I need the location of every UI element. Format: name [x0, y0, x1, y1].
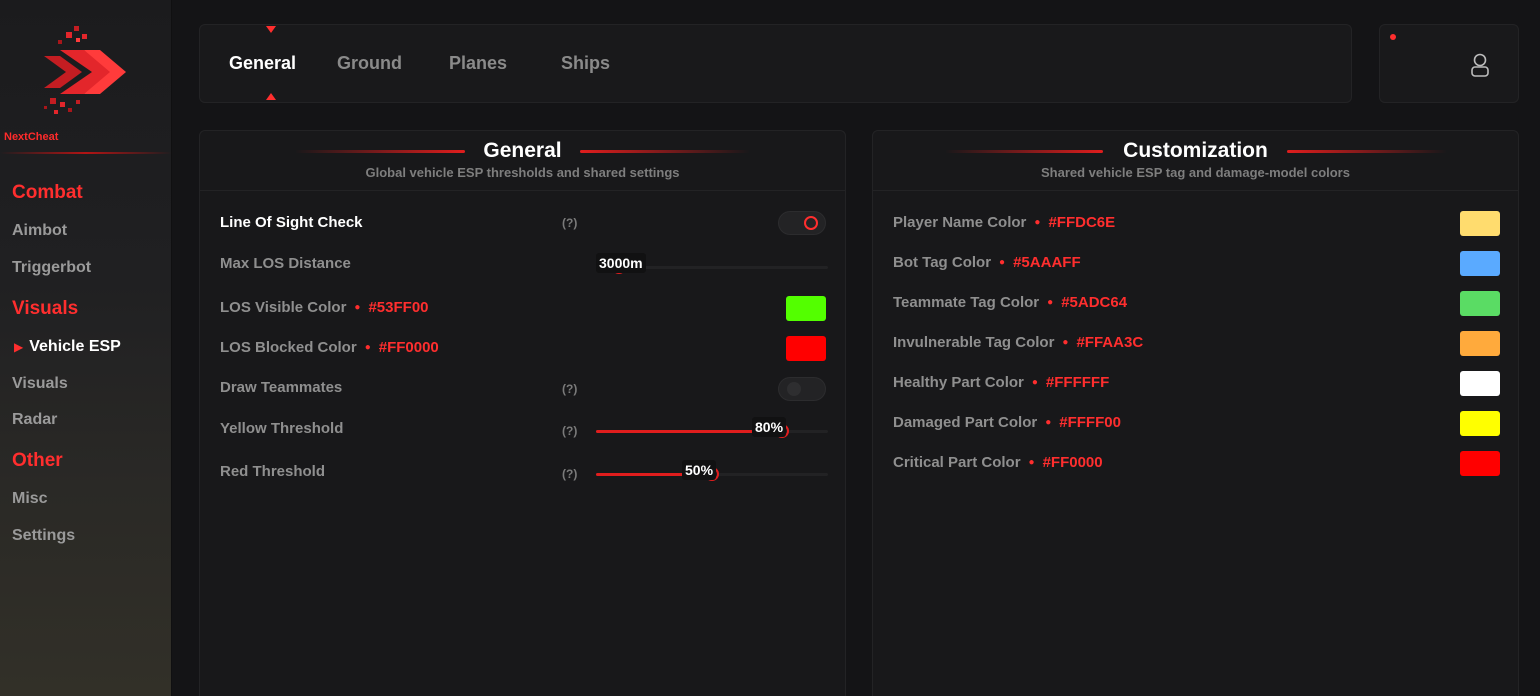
color-swatch[interactable] [1460, 451, 1500, 476]
color-row-label: Invulnerable Tag Color ● #FFAA3C [893, 334, 1143, 351]
hex-text: #53FF00 [368, 299, 429, 316]
hex-text: #FF0000 [378, 339, 439, 356]
slider-value: 50% [682, 460, 717, 480]
color-row-label: Healthy Part Color ● #FFFFFF [893, 374, 1109, 391]
color-swatch[interactable] [1460, 291, 1500, 316]
hex-value: ● #FF0000 [364, 339, 439, 356]
color-row-text: Teammate Tag Color [893, 294, 1040, 311]
nav-section-combat: Combat [12, 182, 83, 203]
sidebar: NextCheat Combat Aimbot Triggerbot Visua… [0, 0, 172, 696]
color-row-text: Player Name Color [893, 214, 1027, 231]
color-row-text: Critical Part Color [893, 454, 1021, 471]
color-swatch[interactable] [1460, 331, 1500, 356]
toggle-knob [787, 382, 801, 396]
status-dot-icon [1390, 34, 1396, 40]
general-panel-header: General Global vehicle ESP thresholds an… [200, 131, 845, 191]
color-swatch[interactable] [1460, 411, 1500, 436]
nextcheat-logo-icon [44, 26, 126, 114]
tab-planes[interactable]: Planes [449, 53, 507, 74]
tab-general[interactable]: General [229, 53, 296, 74]
tab-bar: General Ground Planes Ships [199, 24, 1352, 103]
hex-value: ● #5AAAFF [999, 254, 1081, 271]
draw-teammates-label: Draw Teammates [220, 379, 343, 396]
hex-value: ● #5ADC64 [1047, 294, 1128, 311]
hex-value: ● #FF0000 [1028, 454, 1103, 471]
help-icon[interactable]: (?) [562, 467, 577, 481]
sidebar-item-radar[interactable]: Radar [12, 411, 57, 429]
los-blocked-color-text: LOS Blocked Color [220, 339, 357, 356]
draw-teammates-toggle[interactable] [778, 377, 826, 401]
sidebar-item-settings[interactable]: Settings [12, 527, 75, 545]
tab-ground[interactable]: Ground [337, 53, 402, 74]
tab-indicator-top-icon [266, 26, 276, 33]
color-swatch[interactable] [1460, 251, 1500, 276]
help-icon[interactable]: (?) [562, 382, 577, 396]
color-swatch[interactable] [1460, 371, 1500, 396]
user-box [1379, 24, 1519, 103]
tab-indicator-bottom-icon [266, 93, 276, 100]
red-threshold-slider[interactable]: 50% [596, 460, 828, 481]
color-row-text: Damaged Part Color [893, 414, 1038, 431]
app-window: NextCheat Combat Aimbot Triggerbot Visua… [0, 0, 1540, 696]
color-row-label: Bot Tag Color ● #5AAAFF [893, 254, 1081, 271]
los-visible-color-text: LOS Visible Color [220, 299, 347, 316]
color-row-text: Healthy Part Color [893, 374, 1024, 391]
los-visible-color-swatch[interactable] [786, 296, 826, 321]
yellow-threshold-slider[interactable]: 80% [596, 417, 828, 438]
sidebar-item-misc[interactable]: Misc [12, 490, 48, 508]
tab-ships[interactable]: Ships [561, 53, 610, 74]
line-of-sight-label: Line Of Sight Check [220, 214, 363, 231]
sidebar-item-visuals[interactable]: Visuals [12, 375, 68, 393]
active-arrow-icon: ▶ [14, 340, 24, 354]
color-row-label: Teammate Tag Color ● #5ADC64 [893, 294, 1127, 311]
nav-section-other: Other [12, 450, 63, 471]
brand-name: NextCheat [4, 131, 59, 143]
hex-text: #5ADC64 [1061, 294, 1128, 311]
yellow-threshold-label: Yellow Threshold [220, 420, 344, 437]
panel-title: General [483, 139, 562, 162]
sidebar-item-label: Vehicle ESP [29, 338, 121, 355]
hex-text: #FFFF00 [1059, 414, 1121, 431]
red-threshold-label: Red Threshold [220, 463, 326, 480]
hex-value: ● #53FF00 [354, 299, 429, 316]
help-icon[interactable]: (?) [562, 216, 577, 230]
panel-title: Customization [1123, 139, 1268, 162]
color-row-label: Player Name Color ● #FFDC6E [893, 214, 1115, 231]
hex-text: #5AAAFF [1013, 254, 1081, 271]
hex-text: #FFDC6E [1048, 214, 1116, 231]
toggle-knob [804, 216, 818, 230]
hex-text: #FFFFFF [1045, 374, 1110, 391]
sidebar-item-aimbot[interactable]: Aimbot [12, 222, 67, 240]
hex-value: ● #FFAA3C [1062, 334, 1144, 351]
hex-value: ● #FFFFFF [1031, 374, 1110, 391]
panel-subtitle: Shared vehicle ESP tag and damage-model … [1041, 165, 1350, 180]
color-row-text: Bot Tag Color [893, 254, 992, 271]
panel-subtitle: Global vehicle ESP thresholds and shared… [365, 165, 680, 180]
max-los-distance-slider[interactable]: 3000m [596, 253, 828, 274]
line-of-sight-toggle[interactable] [778, 211, 826, 235]
los-blocked-color-swatch[interactable] [786, 336, 826, 361]
user-icon[interactable] [1469, 52, 1491, 78]
sidebar-item-triggerbot[interactable]: Triggerbot [12, 259, 91, 277]
color-row-label: Critical Part Color ● #FF0000 [893, 454, 1103, 471]
los-blocked-color-label: LOS Blocked Color ● #FF0000 [220, 339, 439, 356]
los-visible-color-label: LOS Visible Color ● #53FF00 [220, 299, 429, 316]
max-los-distance-label: Max LOS Distance [220, 255, 351, 272]
hex-text: #FF0000 [1042, 454, 1103, 471]
color-row-text: Invulnerable Tag Color [893, 334, 1055, 351]
color-row-label: Damaged Part Color ● #FFFF00 [893, 414, 1121, 431]
color-swatch[interactable] [1460, 211, 1500, 236]
nav-section-visuals: Visuals [12, 298, 79, 319]
hex-value: ● #FFDC6E [1034, 214, 1116, 231]
slider-value: 80% [752, 417, 787, 437]
slider-value: 3000m [596, 253, 646, 273]
general-panel: General Global vehicle ESP thresholds an… [199, 130, 846, 696]
hex-value: ● #FFFF00 [1045, 414, 1121, 431]
sidebar-item-vehicle-esp[interactable]: ▶ Vehicle ESP [14, 338, 121, 356]
help-icon[interactable]: (?) [562, 424, 577, 438]
customization-panel-header: Customization Shared vehicle ESP tag and… [873, 131, 1518, 191]
hex-text: #FFAA3C [1076, 334, 1144, 351]
brand-divider [0, 152, 172, 154]
customization-panel: Customization Shared vehicle ESP tag and… [872, 130, 1519, 696]
